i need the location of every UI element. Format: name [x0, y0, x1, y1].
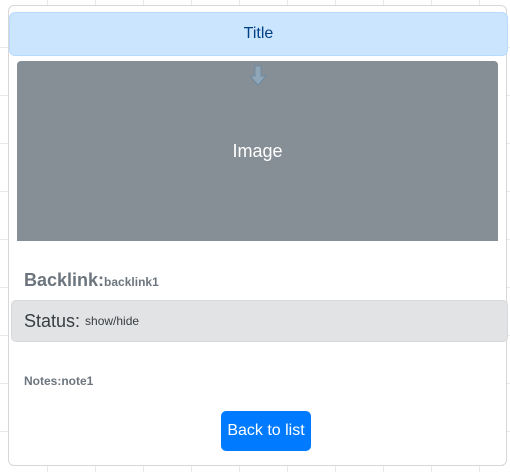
- image-placeholder: Image: [17, 61, 498, 241]
- backlink-label: Backlink:: [24, 270, 105, 290]
- backlink-row: Backlink:backlink1: [24, 270, 159, 291]
- title-bar: Title: [9, 12, 508, 56]
- notes-row: Notes:note1: [24, 374, 93, 388]
- backlink-value: backlink1: [104, 275, 159, 289]
- notes-value: note1: [61, 374, 94, 388]
- status-value: show/hide: [85, 314, 140, 328]
- detail-card: Title Image Backlink:backlink1 Status: s…: [8, 5, 508, 466]
- card-title: Title: [243, 25, 274, 42]
- image-label: Image: [232, 140, 283, 161]
- status-bar: Status: show/hide: [11, 300, 508, 342]
- back-to-list-button[interactable]: Back to list: [221, 411, 311, 451]
- arrow-down-icon: [248, 65, 268, 86]
- status-label: Status:: [24, 310, 81, 331]
- notes-label: Notes:: [24, 374, 62, 388]
